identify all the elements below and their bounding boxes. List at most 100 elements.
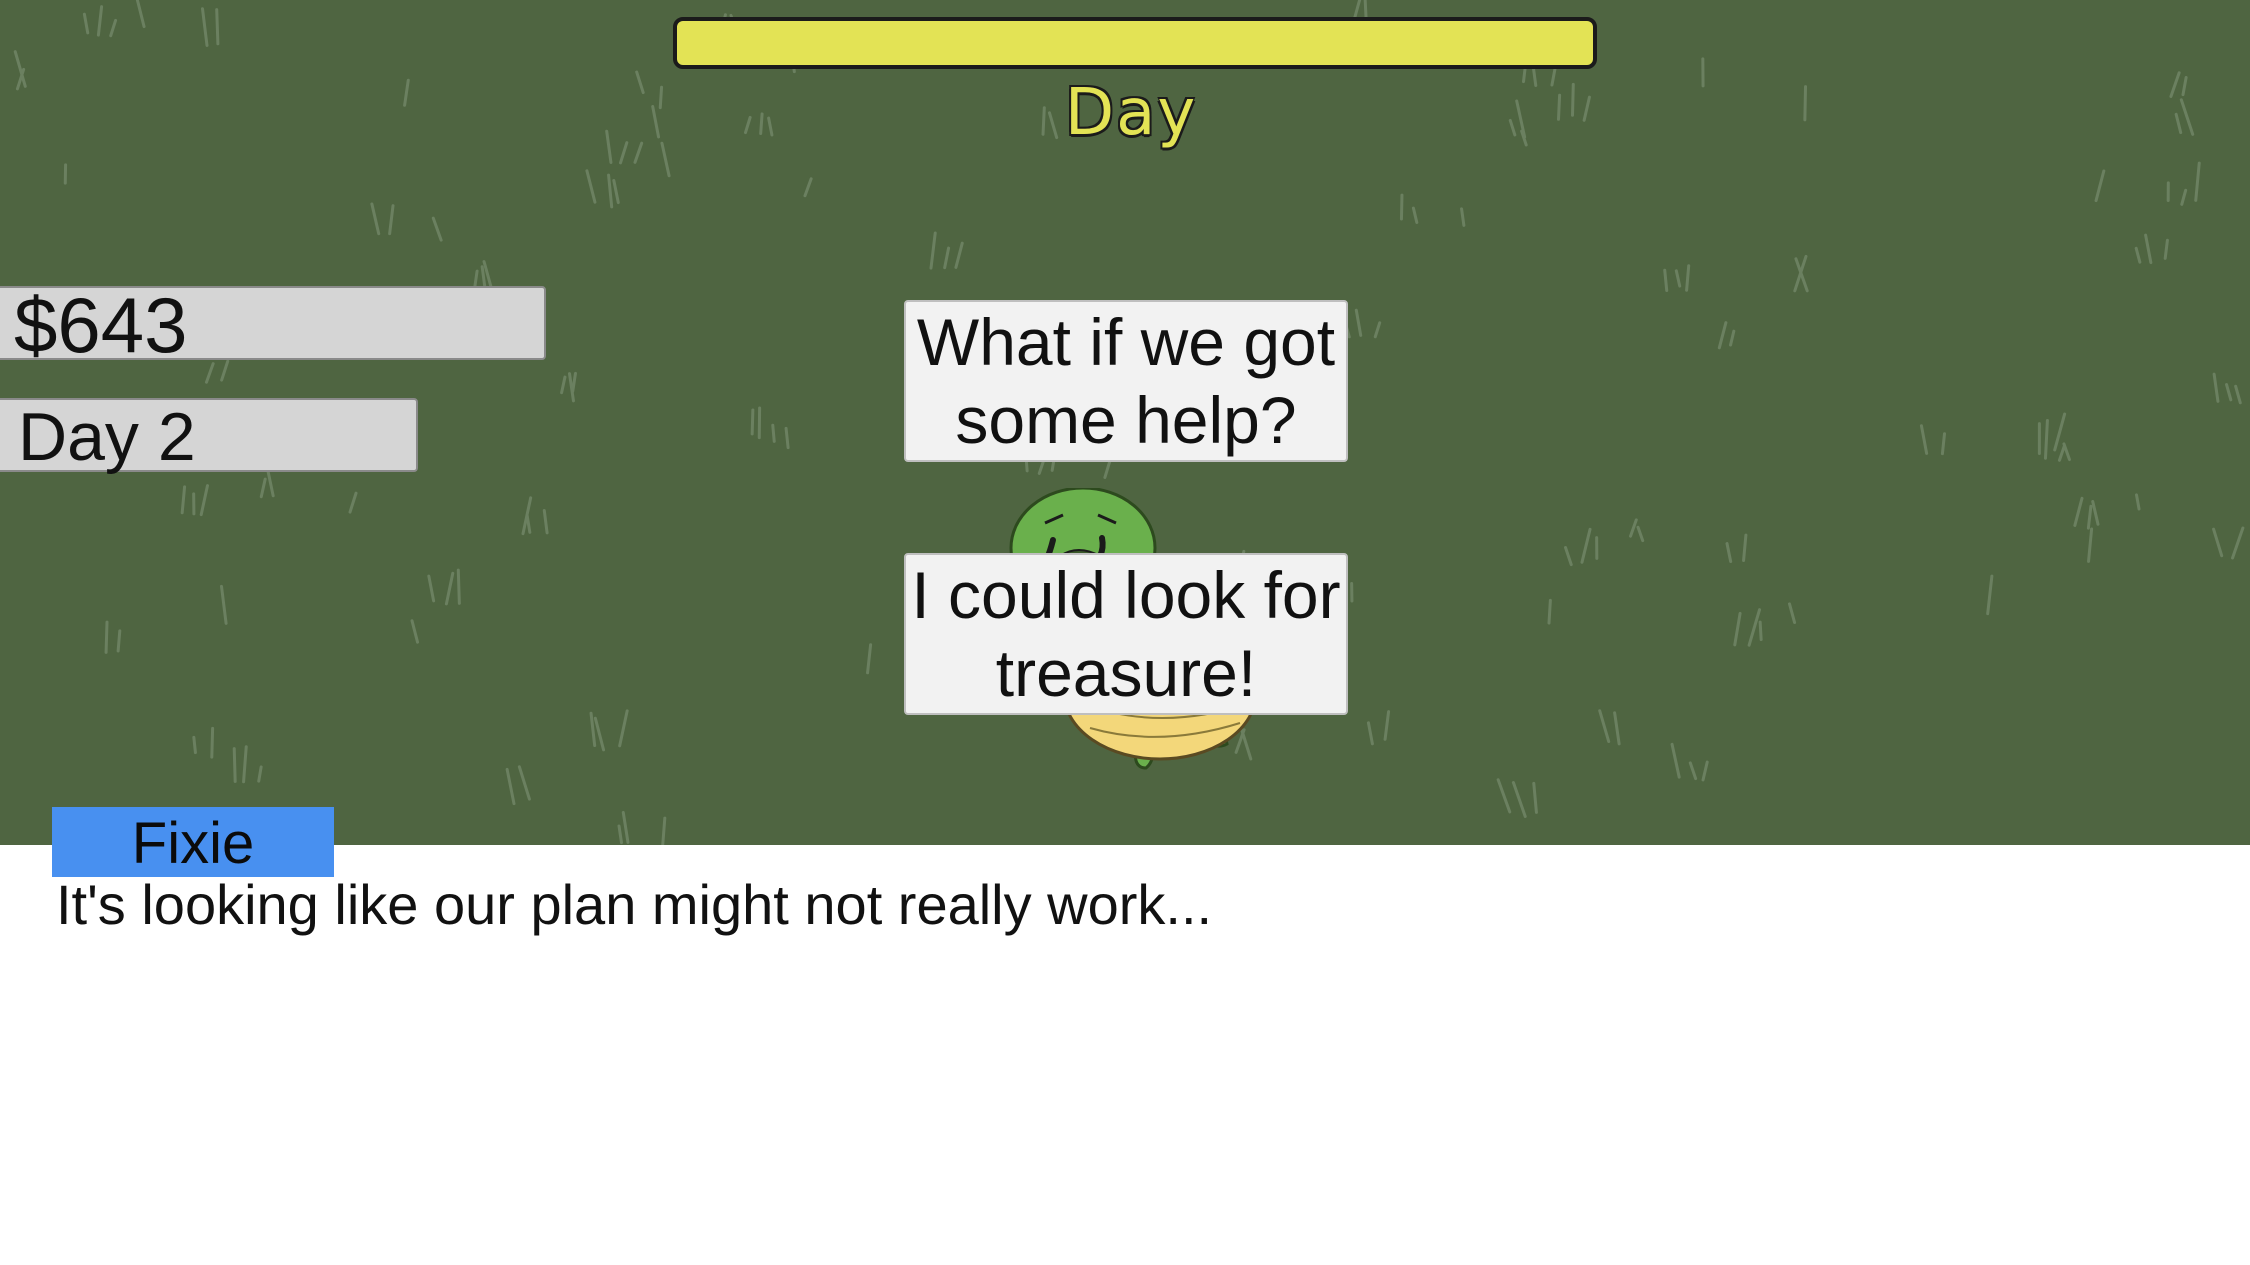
grass-stroke xyxy=(1733,611,1742,647)
grass-stroke xyxy=(2194,161,2201,202)
grass-stroke xyxy=(2086,504,2093,530)
grass-stroke xyxy=(542,509,549,535)
grass-stroke xyxy=(210,726,215,759)
grass-stroke xyxy=(96,5,104,37)
grass-stroke xyxy=(215,8,220,46)
grass-stroke xyxy=(1411,206,1419,225)
day-counter: Day 2 xyxy=(0,398,418,474)
grass-stroke xyxy=(585,169,597,204)
grass-stroke xyxy=(784,426,790,450)
grass-stroke xyxy=(456,568,461,605)
grass-stroke xyxy=(525,513,532,534)
day-phase-label: Day xyxy=(1064,76,1198,150)
grass-stroke xyxy=(2234,384,2242,405)
grass-stroke xyxy=(803,177,813,198)
grass-stroke xyxy=(621,810,630,844)
choice-button-get-help[interactable]: What if we got some help? xyxy=(904,300,1348,462)
grass-stroke xyxy=(1747,608,1762,647)
grass-stroke xyxy=(2212,527,2224,558)
grass-stroke xyxy=(560,375,567,395)
grass-stroke xyxy=(2062,442,2071,462)
grass-stroke xyxy=(607,173,614,209)
grass-stroke xyxy=(1729,329,1736,347)
grass-stroke xyxy=(771,423,776,443)
grass-stroke xyxy=(201,7,209,47)
grass-stroke xyxy=(2135,493,2141,511)
grass-stroke xyxy=(427,574,436,603)
grass-stroke xyxy=(954,241,964,269)
grass-stroke xyxy=(2225,383,2233,402)
grass-stroke xyxy=(2163,238,2169,260)
grass-stroke xyxy=(410,619,420,644)
grass-stroke xyxy=(116,629,122,653)
grass-stroke xyxy=(220,359,230,382)
grass-stroke xyxy=(2087,527,2094,563)
grass-stroke xyxy=(82,12,90,35)
grass-stroke xyxy=(1674,269,1682,288)
grass-stroke xyxy=(2180,188,2188,206)
dialogue-text[interactable]: It's looking like our plan might not rea… xyxy=(56,872,1212,937)
grass-stroke xyxy=(517,765,531,801)
grass-stroke xyxy=(1986,574,1994,616)
grass-stroke xyxy=(2212,372,2220,403)
grass-stroke xyxy=(109,18,118,38)
grass-stroke xyxy=(943,246,951,270)
grass-stroke xyxy=(388,204,395,236)
grass-stroke xyxy=(661,816,667,845)
grass-stroke xyxy=(242,745,248,784)
grass-stroke xyxy=(444,571,455,606)
grass-stroke xyxy=(1758,620,1763,642)
grass-stroke xyxy=(505,767,516,806)
grass-stroke xyxy=(204,362,215,384)
grass-stroke xyxy=(1580,527,1592,564)
grass-stroke xyxy=(1688,761,1698,781)
grass-stroke xyxy=(1629,518,1638,538)
speaker-name-tag: Fixie xyxy=(52,807,334,877)
grass-stroke xyxy=(2073,496,2084,527)
day-progress-bar xyxy=(673,17,1597,69)
grass-stroke xyxy=(866,643,873,675)
grass-stroke xyxy=(1613,711,1621,746)
grass-stroke xyxy=(199,484,209,517)
grass-stroke xyxy=(617,824,623,845)
grass-stroke xyxy=(192,735,197,755)
grass-stroke xyxy=(1717,321,1728,350)
grass-stroke xyxy=(1742,533,1748,563)
grass-stroke xyxy=(929,231,937,270)
grass-stroke xyxy=(1940,432,1946,456)
grass-stroke xyxy=(2144,233,2153,265)
grass-stroke xyxy=(1663,268,1669,293)
grass-stroke xyxy=(2043,418,2049,460)
grass-stroke xyxy=(1701,760,1709,782)
grass-stroke xyxy=(1547,598,1552,625)
grass-stroke xyxy=(1787,602,1797,625)
grass-stroke xyxy=(135,0,146,29)
game-scene: Day $643 Day 2 What if we got some help?… xyxy=(0,0,2250,845)
choice-button-look-for-treasure[interactable]: I could look for treasure! xyxy=(904,553,1348,715)
grass-stroke xyxy=(104,620,109,654)
grass-stroke xyxy=(2231,526,2245,560)
grass-stroke xyxy=(1496,778,1512,814)
grass-stroke xyxy=(571,371,577,393)
grass-stroke xyxy=(612,178,620,205)
grass-stroke xyxy=(1670,742,1681,779)
grass-stroke xyxy=(1919,424,1929,455)
grass-stroke xyxy=(750,408,755,436)
grass-stroke xyxy=(259,477,267,499)
grass-stroke xyxy=(1725,542,1733,564)
grass-stroke xyxy=(1373,321,1382,339)
grass-stroke xyxy=(618,709,629,748)
grass-stroke xyxy=(1598,709,1611,744)
grass-stroke xyxy=(1636,525,1645,543)
grass-stroke xyxy=(593,716,606,752)
grass-stroke xyxy=(1685,264,1691,292)
grass-stroke xyxy=(1532,781,1538,814)
grass-stroke xyxy=(1383,710,1391,741)
grass-stroke xyxy=(1460,207,1466,227)
grass-stroke xyxy=(2057,444,2066,462)
grass-stroke xyxy=(257,765,263,783)
grass-stroke xyxy=(2134,246,2142,264)
grass-stroke xyxy=(1511,781,1527,818)
grass-stroke xyxy=(2091,499,2100,526)
money-display: $643 xyxy=(0,286,546,364)
